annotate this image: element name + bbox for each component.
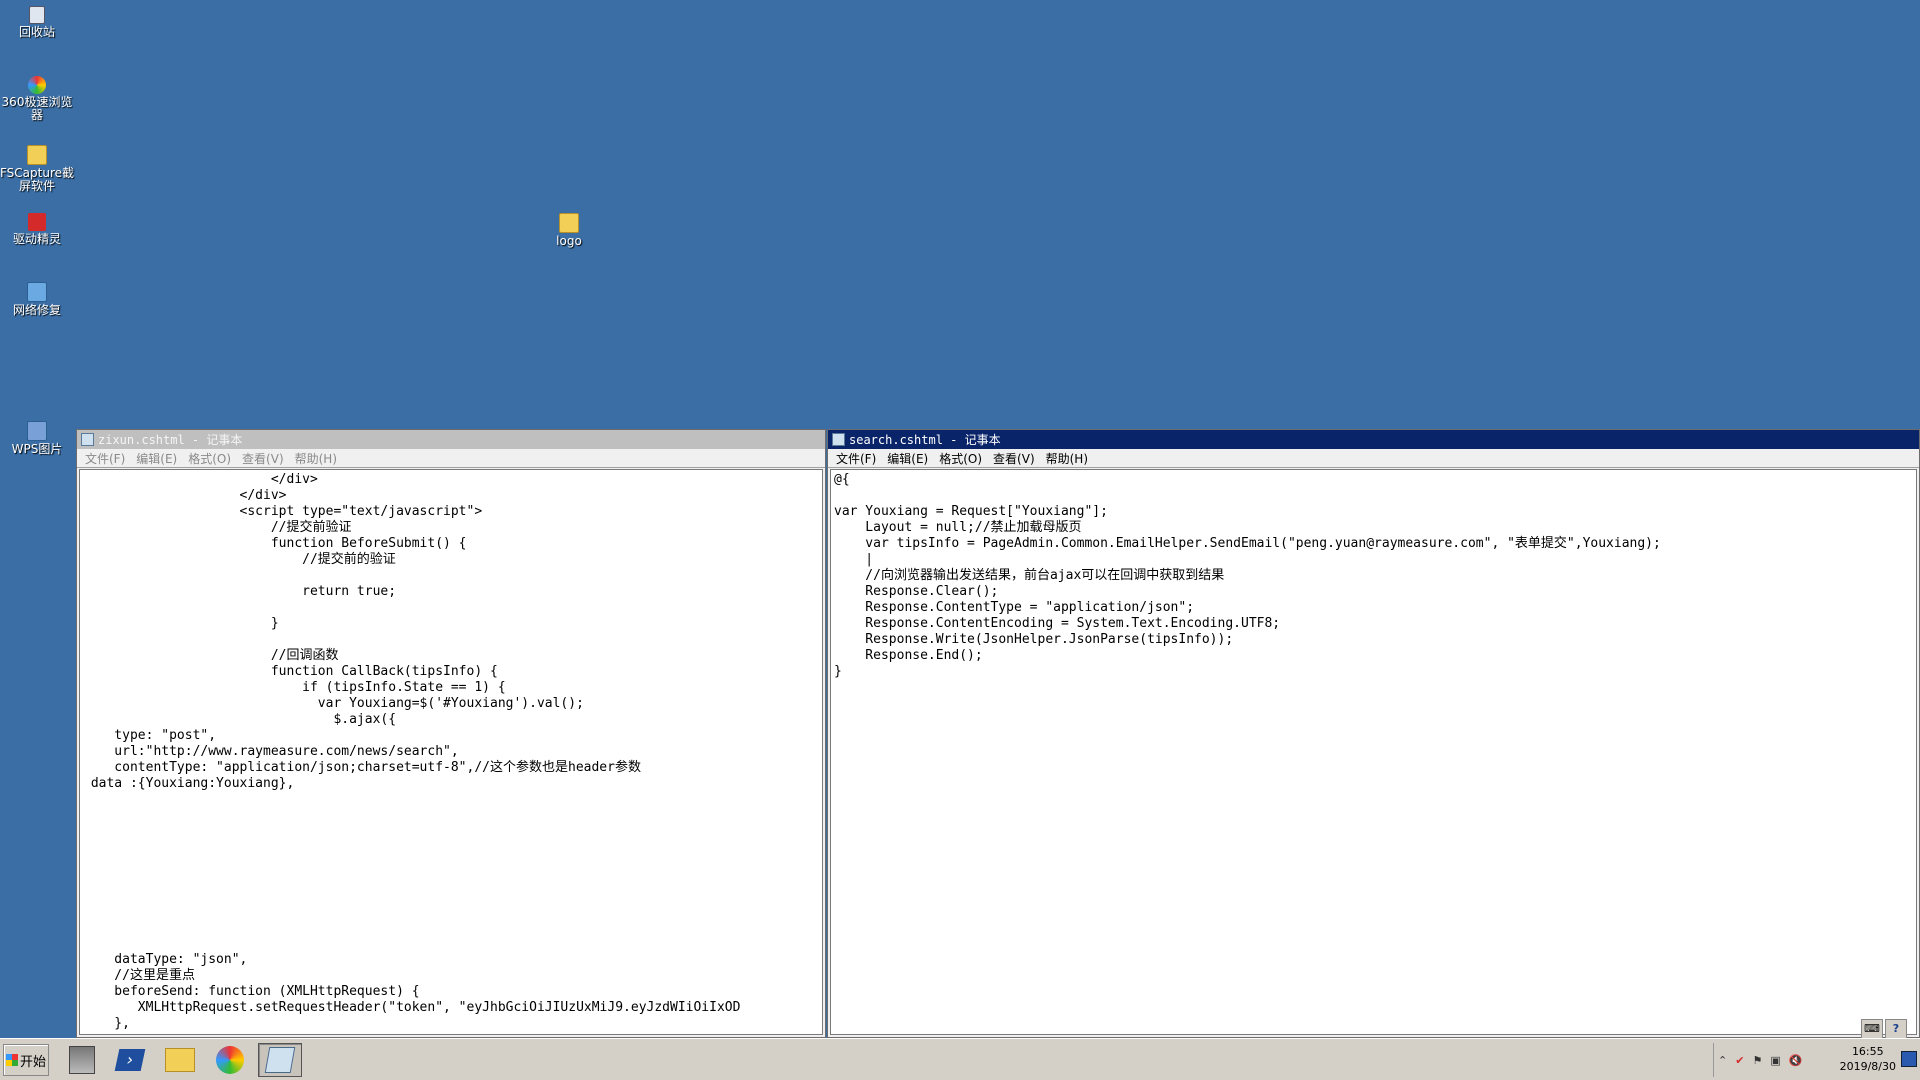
desktop-icon-wps-picture[interactable]: WPS图片 [0, 421, 77, 456]
speaker-muted-icon[interactable]: 🔇 [1789, 1054, 1803, 1067]
network-repair-icon [27, 282, 47, 302]
notepad-icon [81, 433, 94, 446]
notepad-window-zixun[interactable]: zixun.cshtml - 记事本 文件(F) 编辑(E) 格式(O) 查看(… [76, 429, 826, 1038]
clock-date: 2019/8/30 [1839, 1060, 1896, 1073]
keyboard-icon[interactable]: ⌨ [1861, 1019, 1883, 1039]
text-editor[interactable]: </div> </div> <script type="text/javascr… [79, 469, 823, 1035]
menu-file[interactable]: 文件(F) [836, 450, 876, 467]
windows-flag-icon [5, 1054, 18, 1066]
editor-content[interactable]: @{ var Youxiang = Request["Youxiang"]; L… [831, 470, 1916, 682]
system-tray: ⌃ ✔ ⚑ ▣ 🔇 16:55 2019/8/30 [1713, 1043, 1920, 1077]
360-browser-icon [28, 76, 46, 94]
desktop-icon-recycle-bin[interactable]: 回收站 [0, 6, 77, 39]
driver-genius-tray-icon[interactable]: ✔ [1735, 1054, 1744, 1067]
menu-format[interactable]: 格式(O) [939, 450, 982, 467]
menu-help[interactable]: 帮助(H) [295, 450, 337, 467]
taskbar: 开始 › ⌃ ✔ ⚑ ▣ 🔇 16:55 2019/8/30 [0, 1038, 1920, 1080]
start-label: 开始 [19, 1054, 46, 1070]
flag-icon[interactable]: ⚑ [1752, 1054, 1762, 1067]
desktop-icon-label: logo [556, 234, 582, 248]
clock[interactable]: 16:55 2019/8/30 [1840, 1044, 1896, 1074]
text-editor[interactable]: @{ var Youxiang = Request["Youxiang"]; L… [830, 469, 1917, 1035]
menu-edit[interactable]: 编辑(E) [136, 450, 177, 467]
chevron-up-icon[interactable]: ⌃ [1718, 1054, 1727, 1067]
taskbar-server-manager[interactable] [60, 1043, 104, 1077]
folder-icon [27, 145, 47, 165]
menu-view[interactable]: 查看(V) [993, 450, 1035, 467]
menu-help[interactable]: 帮助(H) [1046, 450, 1088, 467]
menu-format[interactable]: 格式(O) [188, 450, 231, 467]
window-titlebar[interactable]: search.cshtml - 记事本 [828, 430, 1919, 449]
recycle-bin-icon [29, 6, 45, 24]
menu-view[interactable]: 查看(V) [242, 450, 284, 467]
folder-icon [165, 1048, 195, 1072]
desktop-icon-label: 网络修复 [12, 303, 61, 317]
network-icon[interactable]: ▣ [1770, 1054, 1780, 1067]
desktop-icon-360-browser[interactable]: 360极速浏览器 [0, 76, 77, 122]
desktop-icon-label: FSCapture截屏软件 [0, 166, 75, 193]
desktop-icon-fscapture[interactable]: FSCapture截屏软件 [0, 145, 77, 193]
server-manager-icon [69, 1046, 95, 1074]
driver-genius-icon [28, 213, 46, 231]
taskbar-explorer[interactable] [158, 1043, 202, 1077]
powershell-icon: › [114, 1049, 146, 1071]
folder-icon [559, 213, 579, 233]
wps-picture-icon [27, 421, 47, 441]
desktop-icon-network-repair[interactable]: 网络修复 [0, 282, 77, 317]
menu-bar: 文件(F) 编辑(E) 格式(O) 查看(V) 帮助(H) [77, 449, 825, 468]
notepad-icon [832, 433, 845, 446]
taskbar-powershell[interactable]: › [108, 1043, 152, 1077]
desktop-icon-label: 360极速浏览器 [1, 95, 73, 122]
desktop-icon-label: 驱动精灵 [12, 232, 61, 246]
360-browser-icon [216, 1046, 244, 1074]
menu-bar: 文件(F) 编辑(E) 格式(O) 查看(V) 帮助(H) [828, 449, 1919, 468]
help-icon[interactable]: ? [1885, 1019, 1907, 1039]
show-desktop-icon[interactable] [1901, 1051, 1917, 1067]
start-button[interactable]: 开始 [3, 1044, 49, 1076]
notepad-icon [264, 1047, 296, 1073]
taskbar-notepad[interactable] [258, 1043, 302, 1077]
menu-file[interactable]: 文件(F) [85, 450, 125, 467]
window-title: zixun.cshtml - 记事本 [98, 433, 243, 447]
desktop-icon-driver-genius[interactable]: 驱动精灵 [0, 213, 77, 246]
desktop-icon-label: WPS图片 [11, 442, 63, 456]
window-titlebar[interactable]: zixun.cshtml - 记事本 [77, 430, 825, 449]
window-title: search.cshtml - 记事本 [849, 433, 1001, 447]
notepad-window-search[interactable]: search.cshtml - 记事本 文件(F) 编辑(E) 格式(O) 查看… [827, 429, 1920, 1039]
desktop-icon-logo[interactable]: logo [529, 213, 609, 248]
taskbar-360-browser[interactable] [208, 1043, 252, 1077]
editor-content[interactable]: </div> </div> <script type="text/javascr… [80, 470, 822, 1034]
menu-edit[interactable]: 编辑(E) [887, 450, 928, 467]
clock-time: 16:55 [1851, 1045, 1884, 1058]
desktop-icon-label: 回收站 [18, 25, 55, 39]
